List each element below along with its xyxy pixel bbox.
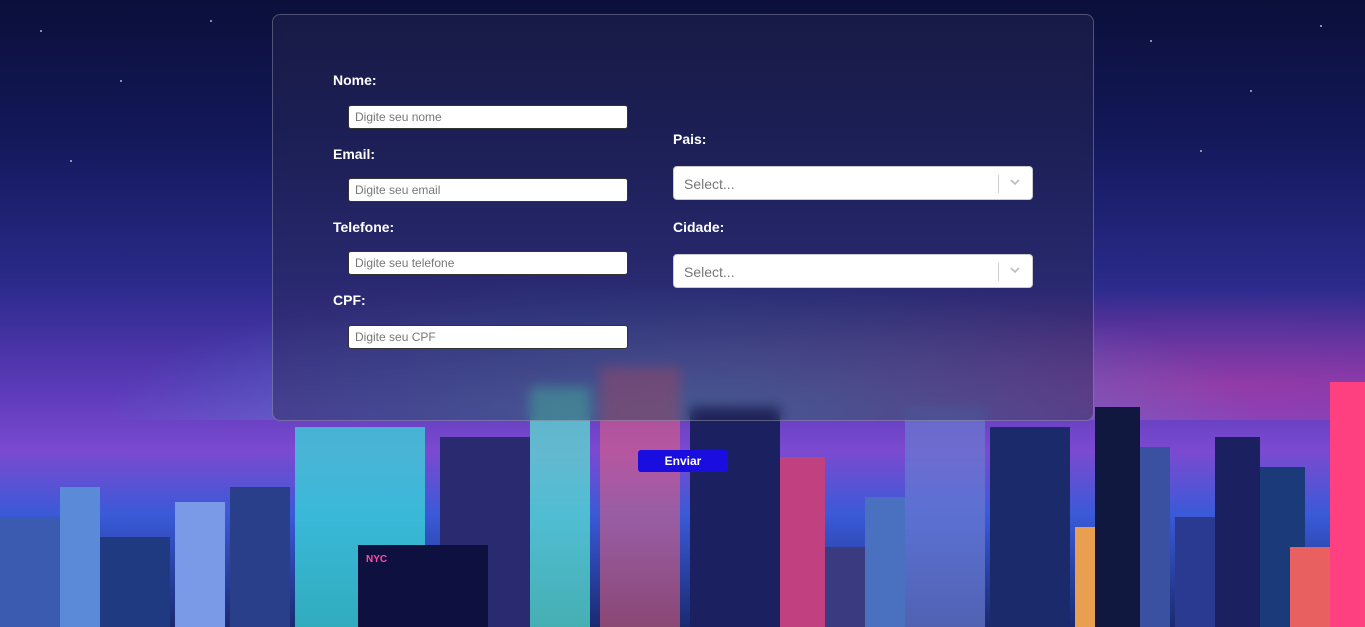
cpf-input[interactable] [348, 325, 628, 349]
form-card: Nome: Email: Telefone: CPF: Pais: Select… [272, 14, 1094, 421]
cidade-select-value: Select... [684, 264, 735, 280]
cidade-select[interactable]: Select... [673, 254, 1033, 288]
nome-input[interactable] [348, 105, 628, 129]
submit-button[interactable]: Enviar [638, 450, 728, 472]
select-separator [998, 175, 999, 193]
nyc-sign: NYC [366, 554, 387, 565]
chevron-down-icon[interactable] [1008, 175, 1022, 189]
cpf-label: CPF: [333, 292, 366, 308]
pais-select[interactable]: Select... [673, 166, 1033, 200]
pais-select-value: Select... [684, 176, 735, 192]
telefone-input[interactable] [348, 251, 628, 275]
telefone-label: Telefone: [333, 219, 395, 235]
pais-label: Pais: [673, 131, 707, 147]
cidade-label: Cidade: [673, 219, 725, 235]
chevron-down-icon[interactable] [1008, 263, 1022, 277]
email-label: Email: [333, 146, 376, 162]
nome-label: Nome: [333, 72, 377, 88]
email-input[interactable] [348, 178, 628, 202]
select-separator [998, 263, 999, 281]
